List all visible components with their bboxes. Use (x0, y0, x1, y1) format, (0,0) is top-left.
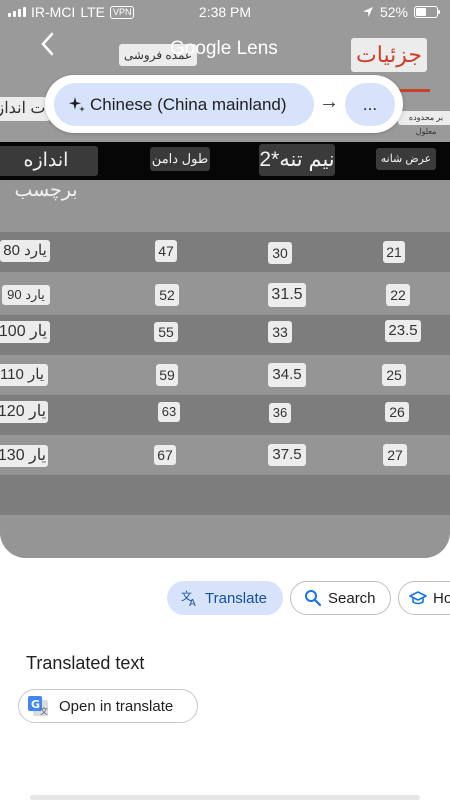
table-cell[interactable]: 120 یار (0, 401, 48, 423)
status-right: 52% (362, 4, 440, 20)
app-title-brand: Google (170, 38, 232, 59)
translate-button[interactable]: 文 A Translate (167, 581, 283, 615)
table-cell[interactable]: 80 یارد (0, 240, 50, 262)
translate-label: Translate (205, 589, 267, 607)
table-cell[interactable]: 63 (158, 402, 180, 422)
chevron-left-icon (41, 32, 54, 56)
bottom-sheet-edge (30, 795, 420, 800)
open-in-translate-label: Open in translate (59, 697, 174, 715)
table-cell[interactable]: 100 یار (0, 321, 50, 343)
svg-text:G: G (31, 698, 40, 711)
table-header-cell[interactable]: عرض شانه (376, 148, 436, 170)
app-title-product: Lens (236, 38, 278, 59)
table-cell[interactable]: 30 (268, 242, 292, 264)
table-cell[interactable]: 47 (155, 240, 177, 262)
svg-text:文: 文 (40, 706, 48, 716)
search-label: Search (328, 589, 376, 607)
table-cell[interactable]: 59 (156, 364, 178, 386)
table-header-cell[interactable]: اندازه برچسب (0, 146, 98, 201)
table-band (0, 515, 450, 558)
table-cell[interactable]: 31.5 (268, 283, 306, 307)
table-cell[interactable]: 130 یار (0, 445, 48, 467)
open-in-translate-button[interactable]: G 文 Open in translate (18, 689, 198, 723)
sparkle-icon (69, 96, 85, 112)
status-bar: IR-MCI LTE VPN 2:38 PM 52% (0, 0, 450, 24)
table-cell[interactable]: 90 یارد (2, 285, 50, 305)
location-arrow-icon (362, 7, 373, 17)
image-text-chip[interactable]: ت انداز (0, 97, 50, 121)
translate-icon: 文 A (181, 589, 196, 607)
image-text-chip[interactable]: بر محدوده معلول (398, 111, 450, 136)
table-cell[interactable]: 67 (154, 445, 176, 465)
image-text-chip[interactable]: جزئیات (351, 38, 427, 72)
battery-icon (414, 6, 440, 18)
table-cell[interactable]: 23.5 (385, 320, 421, 342)
table-cell[interactable]: 26 (385, 402, 409, 422)
search-icon (305, 590, 322, 607)
table-band (0, 395, 450, 435)
table-cell[interactable]: 110 یار (0, 364, 48, 386)
table-cell[interactable]: 22 (386, 284, 410, 306)
source-language-button[interactable]: Chinese (China mainland) (54, 83, 314, 126)
arrow-right-icon: → (319, 91, 339, 113)
table-cell[interactable]: 37.5 (268, 444, 306, 466)
homework-button[interactable]: Ho (398, 581, 450, 615)
app-title: Google Lens (170, 38, 278, 60)
table-cell[interactable]: 21 (383, 241, 405, 263)
table-header-cell[interactable]: طول دامن (150, 147, 210, 171)
search-button[interactable]: Search (290, 581, 391, 615)
homework-label: Ho (433, 589, 450, 607)
table-cell[interactable]: 25 (382, 364, 406, 386)
table-band (0, 315, 450, 355)
svg-text:A: A (189, 598, 196, 607)
translated-text-heading: Translated text (26, 653, 145, 673)
table-cell[interactable]: 34.5 (268, 363, 306, 387)
table-cell[interactable]: 33 (268, 321, 292, 343)
table-cell[interactable]: 52 (155, 284, 179, 306)
source-language-label: Chinese (China mainland) (90, 94, 287, 114)
back-button[interactable] (40, 32, 60, 58)
table-cell[interactable]: 55 (154, 322, 178, 342)
table-band (0, 272, 450, 315)
google-translate-icon: G 文 (28, 696, 48, 716)
table-cell[interactable]: 27 (383, 444, 407, 466)
graduation-cap-icon (409, 591, 427, 605)
table-cell[interactable]: 36 (269, 403, 291, 423)
battery-percent: 52% (379, 4, 408, 20)
target-language-button[interactable]: ... (345, 83, 395, 126)
table-band (0, 475, 450, 515)
table-header-cell[interactable]: نیم تنه*2 (259, 144, 335, 176)
